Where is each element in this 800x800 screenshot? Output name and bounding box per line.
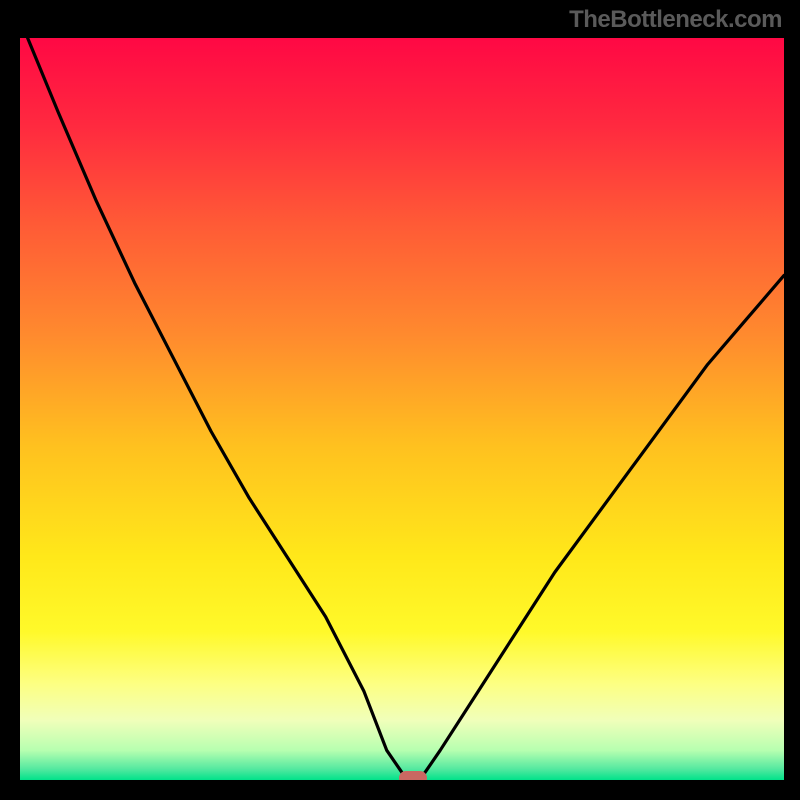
bottleneck-curve <box>20 38 784 780</box>
optimum-marker <box>399 771 427 780</box>
watermark-text: TheBottleneck.com <box>569 6 782 34</box>
plot-area <box>20 38 784 780</box>
